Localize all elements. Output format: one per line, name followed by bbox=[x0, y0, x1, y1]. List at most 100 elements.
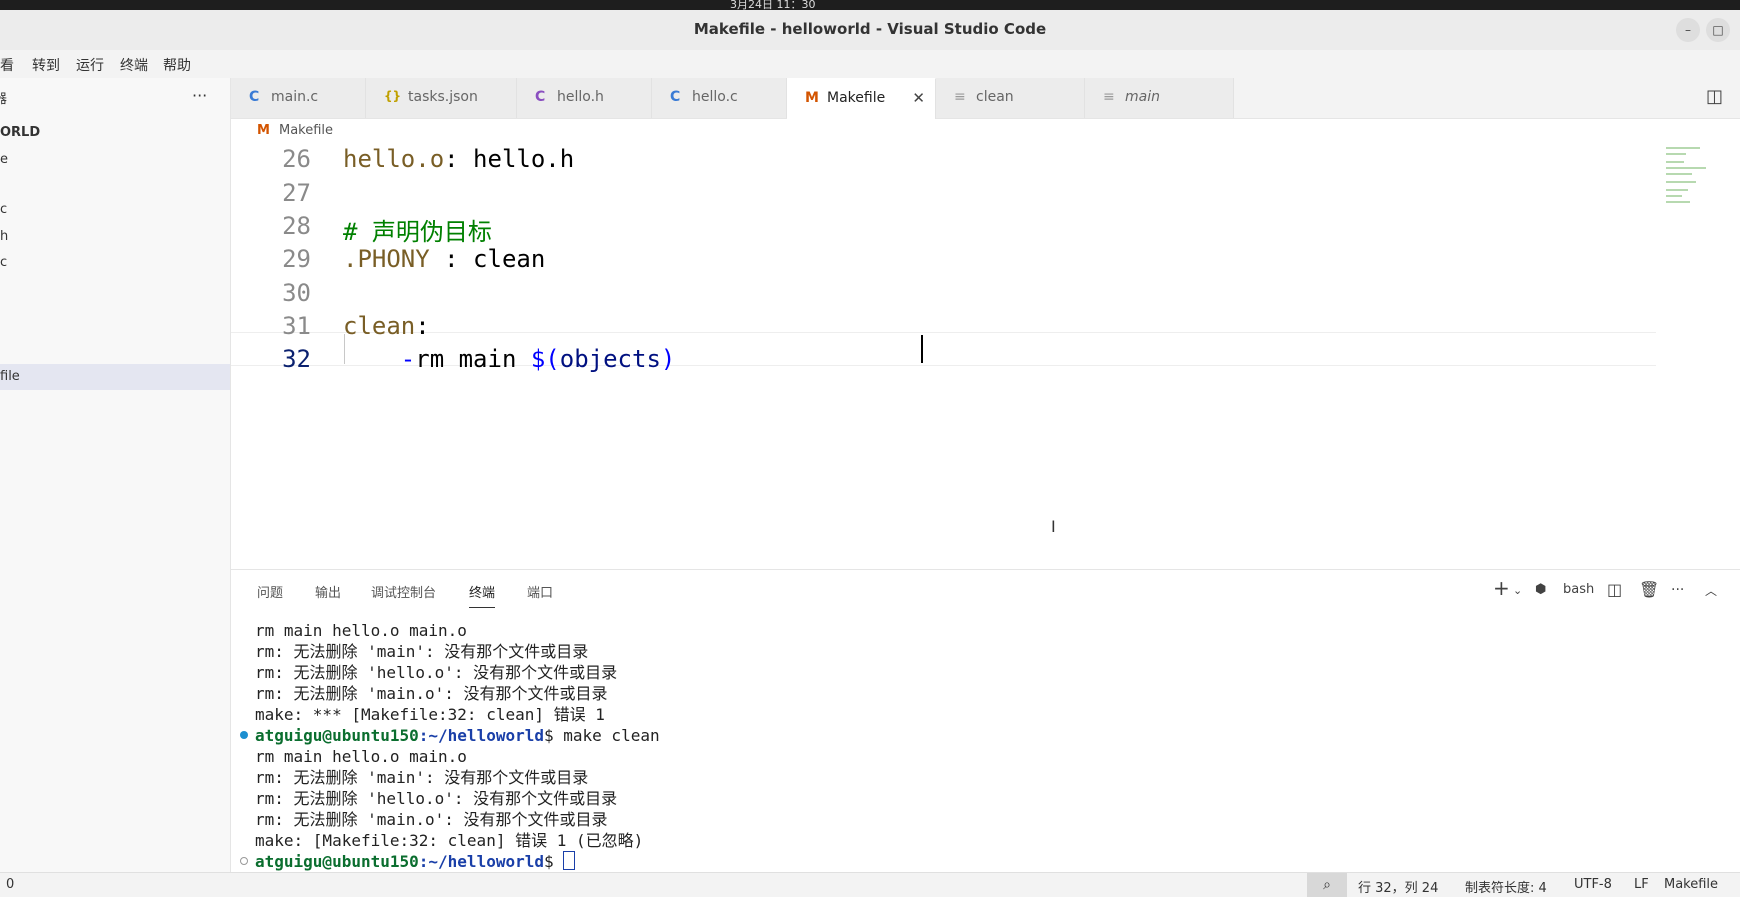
file-item[interactable]: e bbox=[0, 152, 8, 167]
zoom-icon[interactable]: ⌕ bbox=[1307, 873, 1347, 897]
file-item[interactable]: c bbox=[0, 202, 7, 217]
panel-tab-problems[interactable]: 问题 bbox=[257, 582, 283, 601]
json-file-icon: {} bbox=[384, 89, 402, 103]
breadcrumb-file[interactable]: Makefile bbox=[279, 123, 333, 138]
tab-main[interactable]: ≡ main bbox=[1085, 78, 1234, 118]
file-item-makefile[interactable]: file bbox=[0, 369, 20, 384]
terminal-line: rm main hello.o main.o bbox=[255, 747, 467, 766]
tab-label: main bbox=[1125, 89, 1160, 105]
mouse-ibeam-cursor: I bbox=[1051, 517, 1056, 536]
panel-tab-ports[interactable]: 端口 bbox=[527, 582, 553, 601]
code-editor[interactable]: 26 hello.o: hello.h 27 28 # 声明伪目标 29 .PH… bbox=[231, 143, 1740, 568]
explorer-sidebar: 器 ··· ORLD e c h c file bbox=[0, 78, 231, 872]
line-number: 30 bbox=[282, 279, 311, 307]
status-bar: 0 ⌕ 行 32，列 24 制表符长度: 4 UTF-8 LF Makefile bbox=[0, 872, 1740, 897]
c-file-icon: C bbox=[670, 89, 681, 105]
terminal-prompt-line: atguigu@ubuntu150:~/helloworld$ make cle… bbox=[240, 725, 660, 746]
tab-label: tasks.json bbox=[408, 89, 478, 105]
close-tab-icon[interactable]: ✕ bbox=[912, 89, 925, 107]
chevron-down-icon[interactable]: ⌄ bbox=[1513, 584, 1522, 597]
tab-label: Makefile bbox=[827, 90, 886, 106]
new-terminal-icon[interactable]: + bbox=[1493, 576, 1510, 600]
tab-clean[interactable]: ≡ clean bbox=[936, 78, 1085, 118]
terminal-line: rm: 无法删除 'hello.o': 没有那个文件或目录 bbox=[255, 663, 618, 682]
terminal-line: make: *** [Makefile:32: clean] 错误 1 bbox=[255, 705, 605, 724]
menu-run[interactable]: 运行 bbox=[76, 55, 104, 75]
menu-view[interactable]: 查看 bbox=[0, 55, 14, 75]
bottom-panel: 问题 输出 调试控制台 终端 端口 + ⌄ ⬢ bash ◫ 🗑 ··· ︿ r… bbox=[231, 569, 1740, 873]
line-number: 28 bbox=[282, 212, 311, 240]
menu-goto[interactable]: 转到 bbox=[32, 55, 60, 75]
text-file-icon: ≡ bbox=[1103, 89, 1115, 105]
code-line-31[interactable]: clean: bbox=[343, 312, 430, 340]
minimize-button[interactable]: – bbox=[1676, 18, 1700, 42]
minimap[interactable] bbox=[1666, 147, 1716, 207]
tab-label: main.c bbox=[271, 89, 319, 105]
terminal-line: rm: 无法删除 'main.o': 没有那个文件或目录 bbox=[255, 684, 608, 703]
menu-help[interactable]: 帮助 bbox=[163, 55, 191, 75]
eol-sequence[interactable]: LF bbox=[1634, 877, 1649, 892]
split-terminal-icon[interactable]: ◫ bbox=[1607, 580, 1622, 599]
encoding[interactable]: UTF-8 bbox=[1574, 877, 1612, 892]
panel-tab-terminal[interactable]: 终端 bbox=[469, 582, 496, 608]
clock: 3月24日 11：30 bbox=[730, 0, 816, 10]
makefile-icon: M bbox=[805, 90, 819, 106]
selected-file-row[interactable] bbox=[0, 364, 230, 390]
menu-terminal[interactable]: 终端 bbox=[120, 55, 148, 75]
line-number: 29 bbox=[282, 245, 311, 273]
tab-label: hello.c bbox=[692, 89, 738, 105]
explorer-header: 器 bbox=[0, 92, 8, 107]
code-line-26[interactable]: hello.o: hello.h bbox=[343, 145, 574, 173]
editor-tabs: C main.c {} tasks.json C hello.h C hello… bbox=[231, 78, 1740, 119]
more-actions-icon[interactable]: ··· bbox=[1671, 582, 1684, 598]
text-caret bbox=[921, 335, 923, 363]
tab-tasks-json[interactable]: {} tasks.json bbox=[366, 78, 517, 118]
terminal-cursor bbox=[563, 851, 576, 870]
line-number: 27 bbox=[282, 179, 311, 207]
trash-icon[interactable]: 🗑 bbox=[1639, 580, 1659, 599]
system-top-bar: 3月24日 11：30 bbox=[0, 0, 1740, 10]
shell-name[interactable]: bash bbox=[1563, 582, 1594, 597]
maximize-button[interactable]: □ bbox=[1706, 18, 1730, 42]
code-line-29[interactable]: .PHONY : clean bbox=[343, 245, 545, 273]
terminal-output[interactable]: rm main hello.o main.o rm: 无法删除 'main': … bbox=[240, 620, 660, 872]
breadcrumb: M Makefile bbox=[231, 119, 1740, 143]
terminal-prompt-line: atguigu@ubuntu150:~/helloworld$ bbox=[240, 851, 660, 872]
cursor-position[interactable]: 行 32，列 24 bbox=[1358, 877, 1438, 896]
tab-label: hello.h bbox=[557, 89, 604, 105]
text-file-icon: ≡ bbox=[954, 89, 966, 105]
c-file-icon: C bbox=[249, 89, 260, 105]
line-number: 31 bbox=[282, 312, 311, 340]
terminal-line: rm: 无法删除 'main': 没有那个文件或目录 bbox=[255, 642, 589, 661]
panel-tab-debug-console[interactable]: 调试控制台 bbox=[371, 582, 436, 601]
c-header-icon: C bbox=[535, 89, 546, 105]
panel-tab-output[interactable]: 输出 bbox=[315, 582, 341, 601]
tab-hello-h[interactable]: C hello.h bbox=[517, 78, 652, 118]
tab-main-c[interactable]: C main.c bbox=[231, 78, 366, 118]
makefile-icon: M bbox=[257, 123, 270, 138]
split-editor-icon[interactable]: ◫ bbox=[1706, 86, 1723, 107]
terminal-line: rm: 无法删除 'hello.o': 没有那个文件或目录 bbox=[255, 789, 618, 808]
terminal-shell-icon: ⬢ bbox=[1535, 582, 1547, 597]
tab-makefile[interactable]: M Makefile ✕ bbox=[787, 78, 936, 119]
more-actions-icon[interactable]: ··· bbox=[192, 86, 207, 105]
language-mode[interactable]: Makefile bbox=[1664, 877, 1718, 892]
title-bar: Makefile - helloworld - Visual Studio Co… bbox=[0, 10, 1740, 51]
file-item[interactable]: c bbox=[0, 255, 7, 270]
line-number-current: 32 bbox=[282, 345, 311, 373]
code-line-32[interactable]: -rm main $(objects) bbox=[343, 345, 676, 373]
code-line-28[interactable]: # 声明伪目标 bbox=[343, 212, 492, 247]
chevron-up-icon[interactable]: ︿ bbox=[1705, 582, 1717, 599]
terminal-line: make: [Makefile:32: clean] 错误 1 (已忽略) bbox=[255, 831, 644, 850]
file-item[interactable]: h bbox=[0, 229, 8, 244]
tab-label: clean bbox=[976, 89, 1014, 105]
tab-hello-c[interactable]: C hello.c bbox=[652, 78, 787, 118]
command-decoration-icon[interactable] bbox=[240, 731, 248, 739]
project-folder[interactable]: ORLD bbox=[0, 125, 40, 140]
command-decoration-icon[interactable] bbox=[240, 857, 248, 865]
tab-size[interactable]: 制表符长度: 4 bbox=[1465, 877, 1547, 896]
problems-count[interactable]: 0 bbox=[6, 877, 14, 892]
terminal-line: rm: 无法删除 'main.o': 没有那个文件或目录 bbox=[255, 810, 608, 829]
menu-bar: 查看 转到 运行 终端 帮助 bbox=[0, 50, 1740, 78]
terminal-line: rm main hello.o main.o bbox=[255, 621, 467, 640]
